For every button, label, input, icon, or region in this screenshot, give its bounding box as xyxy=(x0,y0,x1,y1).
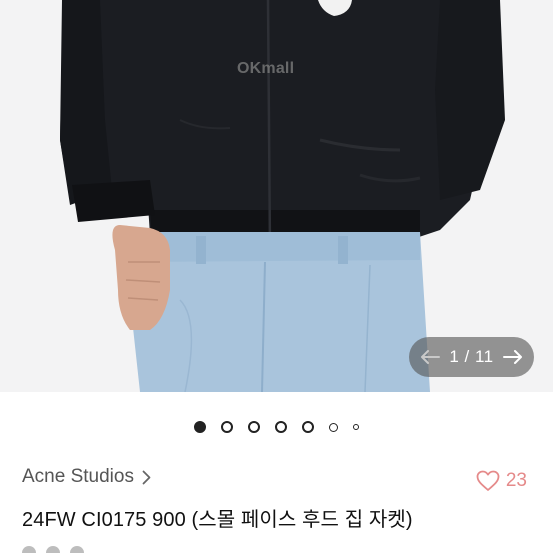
product-photo xyxy=(0,0,553,392)
watermark-text: OKmall xyxy=(237,60,295,77)
next-image-button[interactable] xyxy=(502,346,524,368)
fragment-shape xyxy=(22,546,36,553)
carousel-dot[interactable] xyxy=(248,421,260,433)
arrow-right-icon xyxy=(503,350,522,364)
next-section-fragment xyxy=(22,546,84,553)
product-image[interactable]: OKmall 1 / 11 xyxy=(0,0,553,392)
brand-link[interactable]: Acne Studios xyxy=(22,466,151,488)
fragment-shape xyxy=(46,546,60,553)
prev-image-button[interactable] xyxy=(419,346,441,368)
image-counter: 1 / 11 xyxy=(449,347,494,366)
arrow-left-icon xyxy=(421,350,440,364)
carousel-dot[interactable] xyxy=(221,421,233,433)
like-button[interactable]: 23 xyxy=(476,470,527,492)
carousel-dot-active[interactable] xyxy=(194,421,206,433)
fragment-shape xyxy=(70,546,84,553)
product-title: 24FW CI0175 900 (스몰 페이스 후드 집 자켓) xyxy=(22,509,413,531)
carousel-dot[interactable] xyxy=(353,424,359,430)
carousel-dot[interactable] xyxy=(275,421,287,433)
carousel-dot[interactable] xyxy=(329,422,338,432)
heart-outline-icon xyxy=(476,470,500,491)
carousel-dots xyxy=(0,418,553,436)
chevron-right-icon xyxy=(142,470,151,485)
like-count: 23 xyxy=(505,470,527,491)
brand-name: Acne Studios xyxy=(22,466,134,487)
image-pager: 1 / 11 xyxy=(409,337,534,377)
carousel-dot[interactable] xyxy=(302,421,314,433)
